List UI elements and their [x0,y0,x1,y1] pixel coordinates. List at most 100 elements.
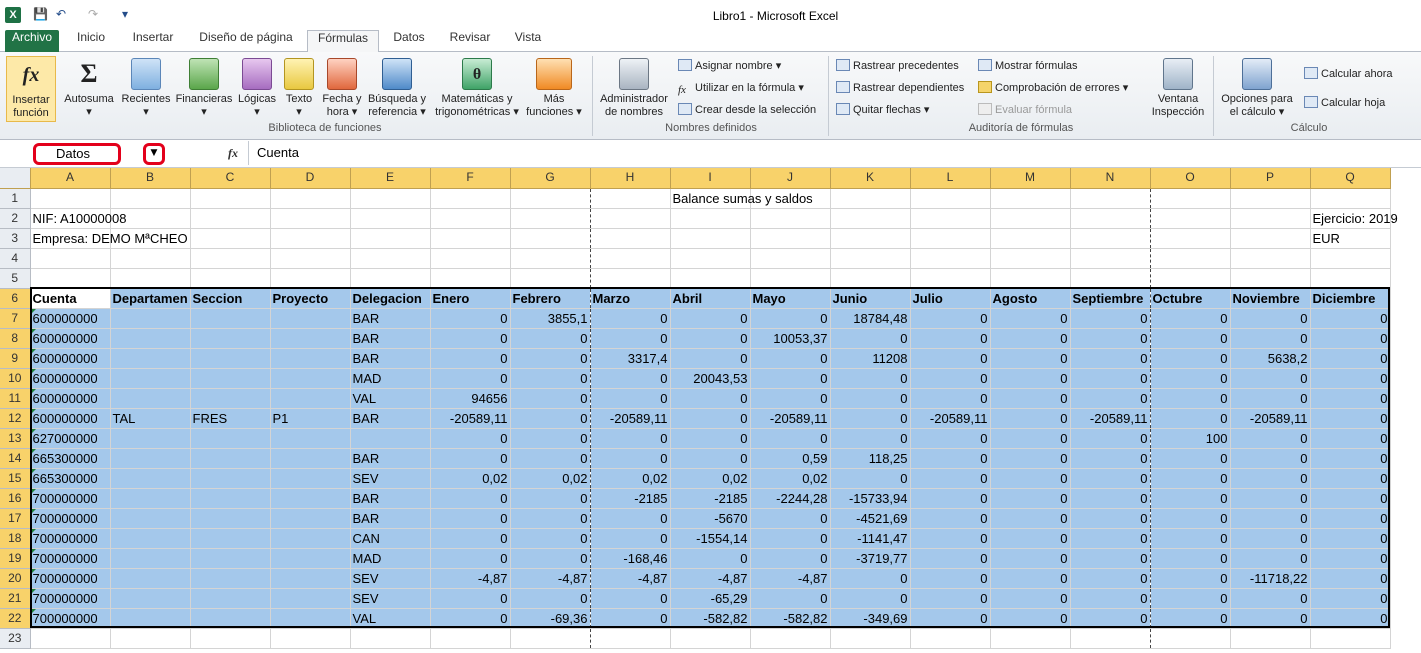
cell[interactable] [1070,208,1151,229]
cell[interactable]: 0 [1070,588,1151,609]
cell[interactable] [830,248,911,269]
cell[interactable]: -20589,11 [1070,408,1151,429]
cell[interactable]: BAR [350,328,431,349]
cell[interactable]: 0 [590,528,671,549]
cell[interactable] [1310,268,1391,289]
row-header[interactable]: 19 [0,548,31,569]
cell[interactable]: 0 [670,548,751,569]
cell[interactable]: -2185 [590,488,671,509]
cell[interactable] [350,188,431,209]
cell[interactable]: -349,69 [830,608,911,629]
watch-window-button[interactable]: Ventana Inspección [1146,58,1210,119]
cell[interactable]: 0 [910,388,991,409]
cell[interactable] [110,428,191,449]
cell[interactable]: 0 [1150,588,1231,609]
cell[interactable]: 665300000 [30,468,111,489]
define-name-button[interactable]: Asignar nombre ▾ [678,57,781,75]
cell[interactable]: 0 [990,408,1071,429]
cell[interactable] [110,188,191,209]
text-functions-button[interactable]: Texto ▾ [282,58,316,119]
cell[interactable]: 627000000 [30,428,111,449]
cell[interactable]: 0 [430,588,511,609]
cell[interactable]: 0 [750,348,831,369]
row-header[interactable]: 3 [0,228,31,249]
cell[interactable] [830,188,911,209]
column-header[interactable]: N [1070,168,1151,189]
cell[interactable] [830,228,911,249]
cell[interactable] [110,448,191,469]
cell[interactable]: 0 [430,428,511,449]
cell[interactable]: 700000000 [30,608,111,629]
cell[interactable]: -582,82 [750,608,831,629]
info-cell[interactable]: NIF: A10000008 [30,208,126,229]
tab-archivo[interactable]: Archivo [5,30,59,52]
cell[interactable]: 0 [1150,508,1231,529]
cell[interactable] [1070,188,1151,209]
cell[interactable]: 0 [510,588,591,609]
cell[interactable]: 0 [750,588,831,609]
financial-functions-button[interactable]: Financieras ▾ [174,58,234,119]
cell[interactable]: 0 [1230,428,1311,449]
cell[interactable]: 0 [510,328,591,349]
column-header[interactable]: M [990,168,1071,189]
cell[interactable] [910,228,991,249]
cell[interactable]: 0 [1230,508,1311,529]
cell[interactable] [590,208,671,229]
cell[interactable] [110,468,191,489]
cell[interactable] [110,348,191,369]
cell[interactable]: 0 [1310,388,1391,409]
row-header[interactable]: 2 [0,208,31,229]
cell[interactable]: 0 [1230,328,1311,349]
cell[interactable]: P1 [270,408,351,429]
cell[interactable] [1230,208,1311,229]
cell[interactable] [350,248,431,269]
cell[interactable]: 0 [830,328,911,349]
cell[interactable]: 700000000 [30,488,111,509]
cell[interactable] [190,368,271,389]
cell[interactable] [190,308,271,329]
column-header[interactable]: P [1230,168,1311,189]
spreadsheet-grid[interactable]: A B C D E F G H I J K L M N O P Q 1 Balance sumas y saldos… [0,168,1421,653]
cell[interactable]: 118,25 [830,448,911,469]
cell[interactable] [510,248,591,269]
cell[interactable]: -20589,11 [430,408,511,429]
cell[interactable]: 0,02 [750,468,831,489]
cell[interactable]: -4,87 [670,568,751,589]
cell[interactable] [270,488,351,509]
cell[interactable]: 0 [1310,588,1391,609]
cell[interactable] [190,628,271,649]
cell[interactable]: 0 [430,308,511,329]
cell[interactable]: SEV [350,468,431,489]
cell[interactable] [110,588,191,609]
cell[interactable] [110,388,191,409]
cell[interactable] [750,628,831,649]
cell[interactable]: 0 [910,368,991,389]
cell[interactable]: 0,02 [590,468,671,489]
column-title-cell[interactable]: Seccion [190,288,271,309]
cell[interactable] [670,228,751,249]
row-header[interactable]: 10 [0,368,31,389]
cell[interactable] [270,308,351,329]
tab-insertar[interactable]: Insertar [124,30,182,52]
column-title-cell[interactable]: Enero [430,288,511,309]
cell[interactable] [910,248,991,269]
cell[interactable]: 0 [1230,388,1311,409]
cell[interactable] [30,188,111,209]
cell[interactable] [1310,248,1391,269]
cell[interactable] [350,628,431,649]
cell[interactable]: 0 [1230,548,1311,569]
cell[interactable]: 0 [590,588,671,609]
lookup-functions-button[interactable]: Búsqueda y referencia ▾ [364,58,430,119]
column-title-cell[interactable]: Febrero [510,288,591,309]
cell[interactable] [270,548,351,569]
row-header[interactable]: 17 [0,508,31,529]
trace-dependents-button[interactable]: Rastrear dependientes [836,79,964,97]
cell[interactable]: 0 [1310,348,1391,369]
cell[interactable]: 0 [590,428,671,449]
column-title-cell[interactable]: Noviembre [1230,288,1311,309]
cell[interactable]: 0 [430,348,511,369]
tab-formulas[interactable]: Fórmulas [307,30,379,53]
cell[interactable]: 5638,2 [1230,348,1311,369]
cell[interactable] [1230,268,1311,289]
cell[interactable]: 0 [1070,528,1151,549]
